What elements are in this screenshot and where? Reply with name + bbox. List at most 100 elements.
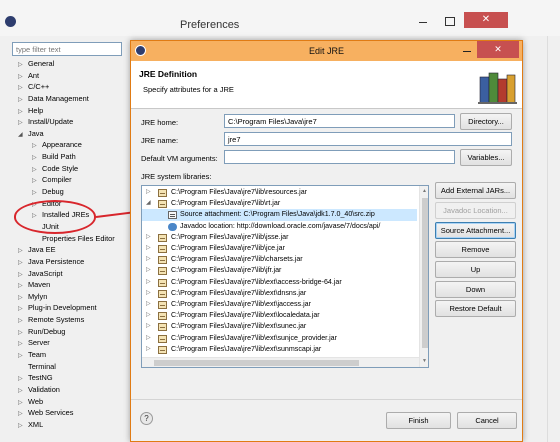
scroll-down-icon[interactable]: ▼ bbox=[422, 358, 427, 364]
minimize-button[interactable] bbox=[410, 14, 436, 28]
tree-item[interactable]: ▷ Team bbox=[18, 349, 138, 361]
tree-item[interactable]: ▷ XML bbox=[18, 419, 138, 431]
tree-item[interactable]: ▷ Appearance bbox=[18, 139, 138, 151]
collapsed-arrow-icon[interactable]: ▷ bbox=[146, 321, 151, 332]
collapsed-arrow-icon[interactable]: ▷ bbox=[146, 187, 151, 198]
collapsed-arrow-icon[interactable]: ▷ bbox=[18, 421, 28, 433]
tree-item[interactable]: ▷ Ant bbox=[18, 70, 138, 82]
edit-jre-dialog: Edit JRE ✕ JRE Definition Specify attrib… bbox=[130, 40, 523, 442]
collapsed-arrow-icon[interactable]: ▷ bbox=[146, 243, 151, 254]
tree-item[interactable]: ▷ Server bbox=[18, 337, 138, 349]
add-external-jars-button[interactable]: Add External JARs... bbox=[435, 182, 516, 199]
finish-button[interactable]: Finish bbox=[386, 412, 451, 429]
tree-item-label: Web bbox=[28, 396, 44, 406]
javadoc-location-row[interactable]: Javadoc location: http://download.oracle… bbox=[142, 221, 417, 232]
tree-item[interactable]: ▷ C/C++ bbox=[18, 81, 138, 93]
horizontal-scroll-thumb[interactable] bbox=[154, 360, 359, 366]
close-button[interactable]: ✕ bbox=[464, 12, 508, 28]
directory-button[interactable]: Directory... bbox=[460, 113, 512, 130]
vm-args-label: Default VM arguments: bbox=[141, 154, 218, 163]
tree-item-label: JavaScript bbox=[28, 268, 63, 278]
restore-default-button[interactable]: Restore Default bbox=[435, 300, 516, 317]
tree-item[interactable]: ▷ Plug-in Development bbox=[18, 302, 138, 314]
tree-item[interactable]: ▷ Help bbox=[18, 105, 138, 117]
library-jar-row[interactable]: ▷ C:\Program Files\Java\jre7\lib\jfr.jar bbox=[142, 265, 417, 276]
tree-item[interactable]: ▷ Validation bbox=[18, 384, 138, 396]
preferences-title-bar: Preferences ✕ bbox=[0, 0, 560, 36]
collapsed-arrow-icon[interactable]: ▷ bbox=[146, 232, 151, 243]
jar-icon bbox=[158, 267, 167, 276]
tree-item[interactable]: Properties Files Editor bbox=[18, 233, 138, 245]
libraries-vertical-scrollbar[interactable]: ▲ ▼ bbox=[419, 186, 428, 367]
tree-item[interactable]: ▷ General bbox=[18, 58, 138, 70]
jre-home-field[interactable]: C:\Program Files\Java\jre7 bbox=[224, 114, 455, 128]
tree-item[interactable]: ▷ Java EE bbox=[18, 244, 138, 256]
tree-item[interactable]: ▷ JavaScript bbox=[18, 268, 138, 280]
javadoc-location-button[interactable]: Javadoc Location... bbox=[435, 202, 516, 219]
tree-item[interactable]: ▷ TestNG bbox=[18, 372, 138, 384]
library-jar-row[interactable]: ▷ C:\Program Files\Java\jre7\lib\ext\dnsn… bbox=[142, 288, 417, 299]
library-path: C:\Program Files\Java\jre7\lib\jfr.jar bbox=[171, 266, 282, 275]
maximize-button[interactable] bbox=[436, 14, 462, 28]
jre-libraries-list[interactable]: ▷ C:\Program Files\Java\jre7\lib\resource… bbox=[141, 185, 429, 368]
collapsed-arrow-icon[interactable]: ▷ bbox=[146, 299, 151, 310]
collapsed-arrow-icon[interactable]: ▷ bbox=[146, 288, 151, 299]
library-jar-row[interactable]: ▷ C:\Program Files\Java\jre7\lib\ext\acce… bbox=[142, 277, 417, 288]
up-button[interactable]: Up bbox=[435, 261, 516, 278]
tree-item[interactable]: ▷ Data Management bbox=[18, 93, 138, 105]
cancel-button[interactable]: Cancel bbox=[457, 412, 517, 429]
library-jar-row[interactable]: ▷ C:\Program Files\Java\jre7\lib\ext\jacc… bbox=[142, 299, 417, 310]
expanded-arrow-icon[interactable]: ◢ bbox=[146, 198, 151, 209]
library-jar-row[interactable]: ▷ C:\Program Files\Java\jre7\lib\ext\sunm… bbox=[142, 344, 417, 355]
library-jar-row[interactable]: ◢ C:\Program Files\Java\jre7\lib\rt.jar bbox=[142, 198, 417, 209]
tree-item[interactable]: ▷ Code Style bbox=[18, 163, 138, 175]
library-jar-row[interactable]: ▷ C:\Program Files\Java\jre7\lib\ext\sune… bbox=[142, 321, 417, 332]
tree-item[interactable]: ▷ Java Persistence bbox=[18, 256, 138, 268]
dialog-minimize-button[interactable] bbox=[460, 44, 474, 56]
down-button[interactable]: Down bbox=[435, 281, 516, 298]
tree-item[interactable]: ◢ Java bbox=[18, 128, 138, 140]
variables-button[interactable]: Variables... bbox=[460, 149, 512, 166]
vm-args-field[interactable] bbox=[224, 150, 455, 164]
library-jar-row[interactable]: ▷ C:\Program Files\Java\jre7\lib\resource… bbox=[142, 187, 417, 198]
tree-item-label: Debug bbox=[42, 187, 64, 197]
tree-item[interactable]: ▷ Run/Debug bbox=[18, 326, 138, 338]
library-jar-row[interactable]: ▷ C:\Program Files\Java\jre7\lib\ext\sunj… bbox=[142, 333, 417, 344]
tree-item[interactable]: ▷ Web bbox=[18, 396, 138, 408]
tree-item[interactable]: ▷ Compiler bbox=[18, 174, 138, 186]
tree-item[interactable]: ▷ Remote Systems bbox=[18, 314, 138, 326]
collapsed-arrow-icon[interactable]: ▷ bbox=[146, 277, 151, 288]
jre-name-label: JRE name: bbox=[141, 136, 179, 145]
tree-item-label: Mylyn bbox=[28, 291, 48, 301]
scroll-up-icon[interactable]: ▲ bbox=[422, 188, 427, 194]
library-jar-row[interactable]: ▷ C:\Program Files\Java\jre7\lib\jsse.jar bbox=[142, 232, 417, 243]
tree-item[interactable]: ▷ Web Services bbox=[18, 407, 138, 419]
help-icon[interactable]: ? bbox=[140, 412, 153, 425]
source-attachment-button[interactable]: Source Attachment... bbox=[435, 222, 516, 239]
libraries-horizontal-scrollbar[interactable] bbox=[142, 357, 419, 367]
jre-name-field[interactable]: jre7 bbox=[224, 132, 512, 146]
preferences-title: Preferences bbox=[180, 19, 240, 31]
tree-item[interactable]: ▷ Install/Update bbox=[18, 116, 138, 128]
collapsed-arrow-icon[interactable]: ▷ bbox=[146, 344, 151, 355]
remove-button[interactable]: Remove bbox=[435, 241, 516, 258]
library-jar-row[interactable]: ▷ C:\Program Files\Java\jre7\lib\ext\loca… bbox=[142, 310, 417, 321]
tree-item[interactable]: ▷ Mylyn bbox=[18, 291, 138, 303]
tree-item[interactable]: ▷ Debug bbox=[18, 186, 138, 198]
tree-item[interactable]: ▷ Build Path bbox=[18, 151, 138, 163]
source-attachment-row[interactable]: Source attachment: C:\Program Files\Java… bbox=[142, 209, 417, 221]
collapsed-arrow-icon[interactable]: ▷ bbox=[146, 265, 151, 276]
tree-item-label: Server bbox=[28, 338, 50, 348]
vertical-scroll-thumb[interactable] bbox=[422, 198, 428, 348]
tree-item-label: Team bbox=[28, 350, 47, 360]
tree-item[interactable]: Terminal bbox=[18, 361, 138, 373]
library-jar-row[interactable]: ▷ C:\Program Files\Java\jre7\lib\charsets… bbox=[142, 254, 417, 265]
collapsed-arrow-icon[interactable]: ▷ bbox=[146, 254, 151, 265]
filter-input[interactable]: type filter text bbox=[12, 42, 122, 56]
library-jar-row[interactable]: ▷ C:\Program Files\Java\jre7\lib\jce.jar bbox=[142, 243, 417, 254]
library-path: C:\Program Files\Java\jre7\lib\rt.jar bbox=[171, 199, 281, 208]
dialog-close-button[interactable]: ✕ bbox=[477, 41, 519, 58]
collapsed-arrow-icon[interactable]: ▷ bbox=[146, 333, 151, 344]
collapsed-arrow-icon[interactable]: ▷ bbox=[146, 310, 151, 321]
tree-item[interactable]: ▷ Maven bbox=[18, 279, 138, 291]
